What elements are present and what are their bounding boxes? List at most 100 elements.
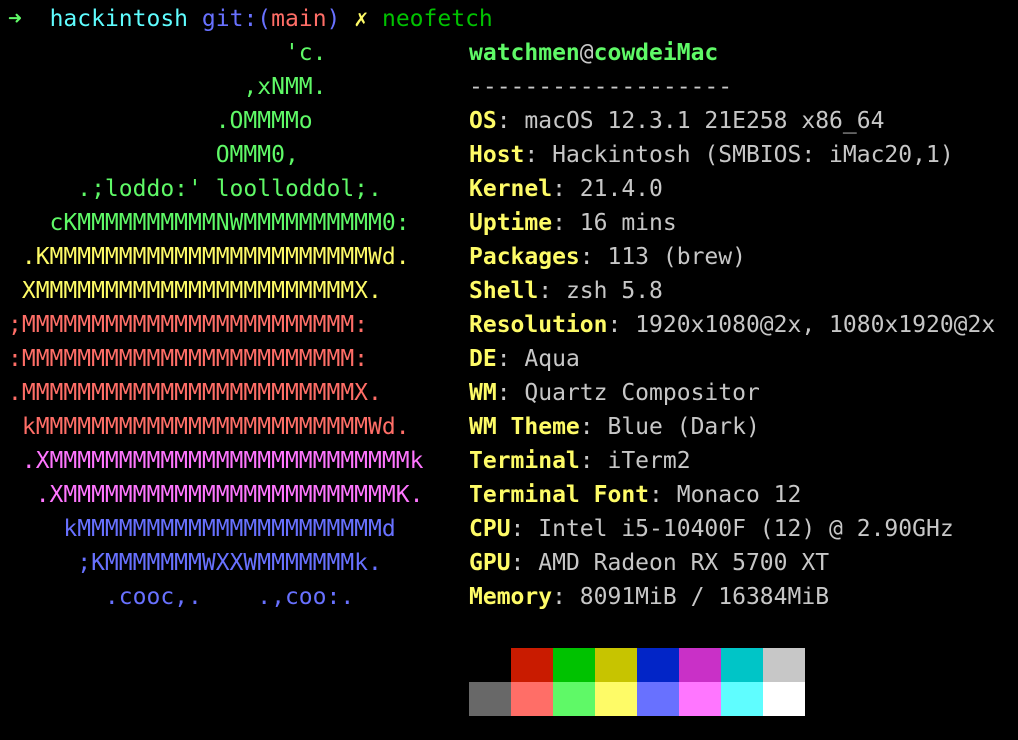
info-colon: : <box>496 380 525 406</box>
info-row: Memory: 8091MiB / 16384MiB <box>469 580 829 614</box>
palette-swatch-normal-7 <box>763 648 805 682</box>
git-dirty-icon: ✗ <box>354 6 369 32</box>
logo-line: XMMMMMMMMMMMMMMMMMMMMMMMX. <box>8 278 382 304</box>
info-colon: : <box>496 346 525 372</box>
info-key: Host <box>469 142 525 168</box>
palette-swatch-normal-3 <box>595 648 637 682</box>
info-value: Hackintosh (SMBIOS: iMac20,1) <box>552 142 954 168</box>
info-key: Resolution <box>469 312 608 338</box>
info-row: Kernel: 21.4.0 <box>469 172 663 206</box>
logo-line: ;MMMMMMMMMMMMMMMMMMMMMMMM: <box>8 312 369 338</box>
info-key: Kernel <box>469 176 553 202</box>
info-colon: : <box>579 448 608 474</box>
info-colon: : <box>524 142 553 168</box>
username: watchmen <box>469 40 580 66</box>
logo-line: .MMMMMMMMMMMMMMMMMMMMMMMMX. <box>8 380 382 406</box>
palette-swatch-bright-3 <box>595 682 637 716</box>
info-value: Quartz Compositor <box>524 380 760 406</box>
info-key: WM Theme <box>469 414 580 440</box>
logo-line: kMMMMMMMMMMMMMMMMMMMMMMMMWd. <box>8 414 410 440</box>
palette-swatch-normal-2 <box>553 648 595 682</box>
palette-swatch-bright-0 <box>469 682 511 716</box>
info-value: Monaco 12 <box>676 482 802 508</box>
info-key: Memory <box>469 584 553 610</box>
info-value: 16 mins <box>579 210 677 236</box>
info-row: Terminal: iTerm2 <box>469 444 691 478</box>
info-value: 21.4.0 <box>579 176 663 202</box>
git-branch: main <box>271 6 327 32</box>
info-value: Intel i5-10400F (12) @ 2.90GHz <box>538 516 954 542</box>
info-colon: : <box>552 210 580 236</box>
info-row: Resolution: 1920x1080@2x, 1080x1920@2x <box>469 308 995 342</box>
palette-swatch-normal-1 <box>511 648 553 682</box>
info-colon: : <box>510 550 539 576</box>
info-key: Shell <box>469 278 539 304</box>
prompt-command: neofetch <box>381 6 493 32</box>
info-row: Packages: 113 (brew) <box>469 240 746 274</box>
info-key: Terminal Font <box>469 482 650 508</box>
info-colon: : <box>552 176 580 202</box>
color-palette <box>469 648 805 716</box>
info-colon: : <box>649 482 677 508</box>
info-value: iTerm2 <box>607 448 691 474</box>
info-value: Blue (Dark) <box>607 414 760 440</box>
info-row: Shell: zsh 5.8 <box>469 274 663 308</box>
info-value: Aqua <box>524 346 580 372</box>
info-row: DE: Aqua <box>469 342 580 376</box>
logo-line: 'c. <box>8 40 327 66</box>
user-host-title: watchmen@cowdeiMac <box>469 36 718 70</box>
info-key: DE <box>469 346 497 372</box>
hostname: cowdeiMac <box>593 40 719 66</box>
info-value: AMD Radeon RX 5700 XT <box>538 550 830 576</box>
info-key: WM <box>469 380 497 406</box>
shell-prompt: ➜ hackintosh git:(main) ✗ neofetch <box>8 2 493 36</box>
prompt-arrow-icon: ➜ <box>8 6 22 32</box>
logo-line: .OMMMMo <box>8 108 313 134</box>
palette-swatch-normal-0 <box>469 648 511 682</box>
logo-line: .cooc,. .,coo:. <box>8 584 355 610</box>
system-info-panel: watchmen@cowdeiMac ------------------- O… <box>469 36 1014 616</box>
palette-swatch-bright-7 <box>763 682 805 716</box>
palette-swatch-normal-5 <box>679 648 721 682</box>
logo-line: .;loddo:' loolloddol;. <box>8 176 382 202</box>
info-colon: : <box>579 244 608 270</box>
info-row: Host: Hackintosh (SMBIOS: iMac20,1) <box>469 138 954 172</box>
info-colon: : <box>607 312 636 338</box>
logo-line: :MMMMMMMMMMMMMMMMMMMMMMMM: <box>8 346 369 372</box>
palette-swatch-bright-2 <box>553 682 595 716</box>
logo-line: ,xNMM. <box>8 74 327 100</box>
info-key: Terminal <box>469 448 580 474</box>
logo-line: .KMMMMMMMMMMMMMMMMMMMMMMMWd. <box>8 244 410 270</box>
palette-swatch-bright-5 <box>679 682 721 716</box>
at-sign: @ <box>579 40 594 66</box>
info-key: GPU <box>469 550 511 576</box>
logo-line: ;KMMMMMMMWXXWMMMMMMMk. <box>8 550 382 576</box>
info-key: CPU <box>469 516 511 542</box>
info-row: Uptime: 16 mins <box>469 206 677 240</box>
info-colon: : <box>496 108 525 134</box>
info-row: GPU: AMD Radeon RX 5700 XT <box>469 546 829 580</box>
info-colon: : <box>510 516 539 542</box>
logo-line: .XMMMMMMMMMMMMMMMMMMMMMMMMK. <box>8 482 424 508</box>
info-key: OS <box>469 108 497 134</box>
info-colon: : <box>538 278 566 304</box>
palette-swatch-normal-4 <box>637 648 679 682</box>
title-separator: ------------------- <box>469 74 733 100</box>
logo-line: cKMMMMMMMMMMNWMMMMMMMMMM0: <box>8 210 410 236</box>
info-row: WM Theme: Blue (Dark) <box>469 410 760 444</box>
info-value: macOS 12.3.1 21E258 x86_64 <box>524 108 885 134</box>
palette-swatch-normal-6 <box>721 648 763 682</box>
info-key: Uptime <box>469 210 553 236</box>
info-row: OS: macOS 12.3.1 21E258 x86_64 <box>469 104 884 138</box>
palette-swatch-bright-1 <box>511 682 553 716</box>
info-value: 8091MiB / 16384MiB <box>579 584 830 610</box>
info-row: WM: Quartz Compositor <box>469 376 760 410</box>
prompt-directory: hackintosh <box>49 6 189 32</box>
info-colon: : <box>552 584 580 610</box>
info-value: 113 (brew) <box>607 244 746 270</box>
git-suffix: ) <box>326 6 341 32</box>
info-row: Terminal Font: Monaco 12 <box>469 478 801 512</box>
logo-line: .XMMMMMMMMMMMMMMMMMMMMMMMMMMk <box>8 448 424 474</box>
logo-line: OMMM0, <box>8 142 299 168</box>
git-prefix: git:( <box>201 6 272 32</box>
